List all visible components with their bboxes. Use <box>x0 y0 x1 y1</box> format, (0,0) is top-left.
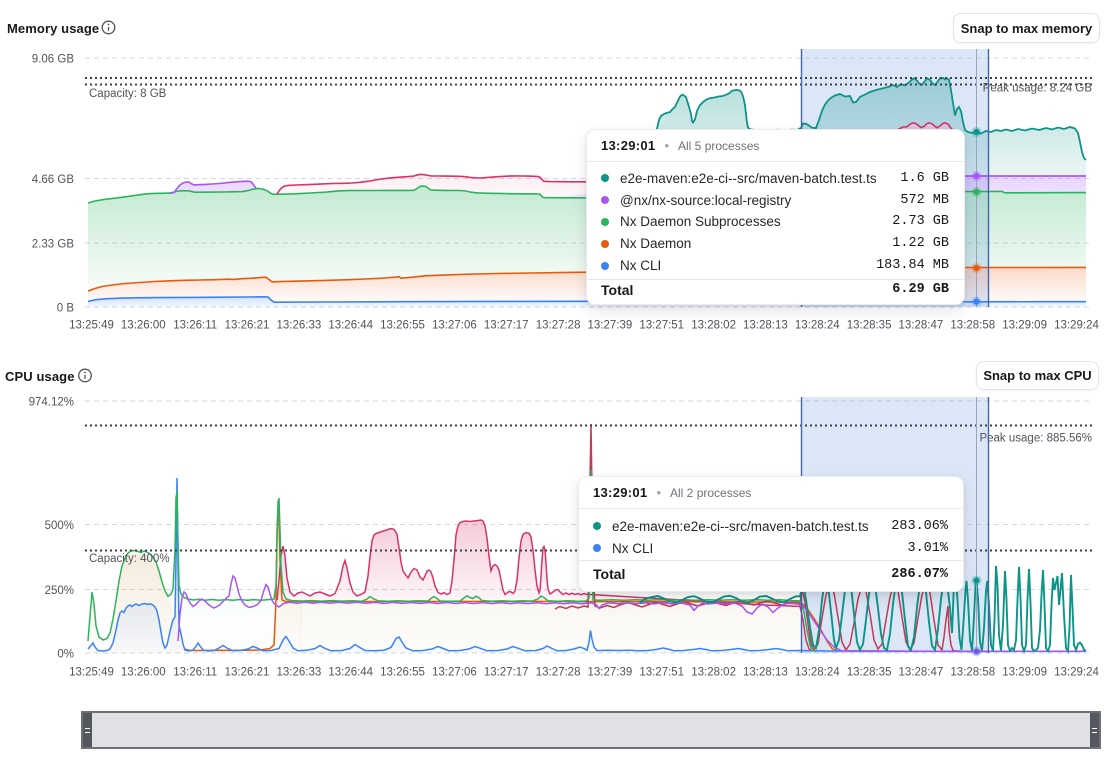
svg-text:13:26:44: 13:26:44 <box>328 320 373 332</box>
svg-text:13:27:17: 13:27:17 <box>484 667 529 679</box>
svg-text:13:28:47: 13:28:47 <box>899 320 944 332</box>
svg-text:13:26:33: 13:26:33 <box>277 667 322 679</box>
svg-text:13:26:44: 13:26:44 <box>328 667 373 679</box>
svg-text:13:26:33: 13:26:33 <box>277 320 322 332</box>
svg-text:13:26:21: 13:26:21 <box>225 320 270 332</box>
svg-text:13:29:24: 13:29:24 <box>1054 320 1099 332</box>
svg-text:13:27:06: 13:27:06 <box>432 320 477 332</box>
svg-text:13:29:09: 13:29:09 <box>1002 667 1047 679</box>
svg-text:13:26:00: 13:26:00 <box>121 667 166 679</box>
svg-text:13:26:21: 13:26:21 <box>225 667 270 679</box>
svg-text:Capacity: 8 GB: Capacity: 8 GB <box>89 88 167 100</box>
svg-text:13:26:11: 13:26:11 <box>173 320 217 332</box>
svg-text:500%: 500% <box>45 520 74 532</box>
svg-text:13:27:39: 13:27:39 <box>588 667 633 679</box>
svg-text:Peak usage: 8.24 GB: Peak usage: 8.24 GB <box>983 83 1093 95</box>
svg-text:Capacity: 400%: Capacity: 400% <box>89 553 170 565</box>
svg-text:13:28:24: 13:28:24 <box>795 667 840 679</box>
svg-text:9.06 GB: 9.06 GB <box>32 54 75 66</box>
svg-text:13:28:13: 13:28:13 <box>743 667 788 679</box>
svg-text:4.66 GB: 4.66 GB <box>32 174 75 186</box>
svg-text:0%: 0% <box>57 649 74 661</box>
svg-text:13:28:47: 13:28:47 <box>899 667 944 679</box>
svg-text:13:26:00: 13:26:00 <box>121 320 166 332</box>
svg-text:13:27:06: 13:27:06 <box>432 667 477 679</box>
svg-text:974.12%: 974.12% <box>29 397 74 409</box>
svg-text:13:28:02: 13:28:02 <box>691 320 736 332</box>
svg-text:13:28:35: 13:28:35 <box>847 667 892 679</box>
svg-text:13:25:49: 13:25:49 <box>69 667 114 679</box>
svg-text:Memory usage: Memory usage <box>7 21 99 36</box>
svg-text:13:29:09: 13:29:09 <box>1002 320 1047 332</box>
svg-text:13:28:13: 13:28:13 <box>743 320 788 332</box>
svg-text:13:27:51: 13:27:51 <box>639 667 684 679</box>
svg-text:13:27:51: 13:27:51 <box>639 320 684 332</box>
svg-text:13:27:28: 13:27:28 <box>536 667 581 679</box>
svg-text:0 B: 0 B <box>57 303 75 315</box>
svg-text:13:27:17: 13:27:17 <box>484 320 529 332</box>
svg-text:2.33 GB: 2.33 GB <box>32 239 75 251</box>
svg-text:13:26:11: 13:26:11 <box>173 667 217 679</box>
svg-text:13:27:28: 13:27:28 <box>536 320 581 332</box>
svg-text:Peak usage: 885.56%: Peak usage: 885.56% <box>979 433 1092 445</box>
svg-text:13:26:55: 13:26:55 <box>380 667 425 679</box>
svg-text:13:28:58: 13:28:58 <box>950 667 995 679</box>
svg-text:13:28:58: 13:28:58 <box>950 320 995 332</box>
svg-text:13:27:39: 13:27:39 <box>588 320 633 332</box>
svg-text:13:28:35: 13:28:35 <box>847 320 892 332</box>
svg-text:13:28:02: 13:28:02 <box>691 667 736 679</box>
svg-text:13:26:55: 13:26:55 <box>380 320 425 332</box>
svg-text:250%: 250% <box>45 585 74 597</box>
svg-text:13:28:24: 13:28:24 <box>795 320 840 332</box>
svg-text:CPU usage: CPU usage <box>5 369 75 384</box>
svg-text:13:25:49: 13:25:49 <box>69 320 114 332</box>
svg-text:13:29:24: 13:29:24 <box>1054 667 1099 679</box>
